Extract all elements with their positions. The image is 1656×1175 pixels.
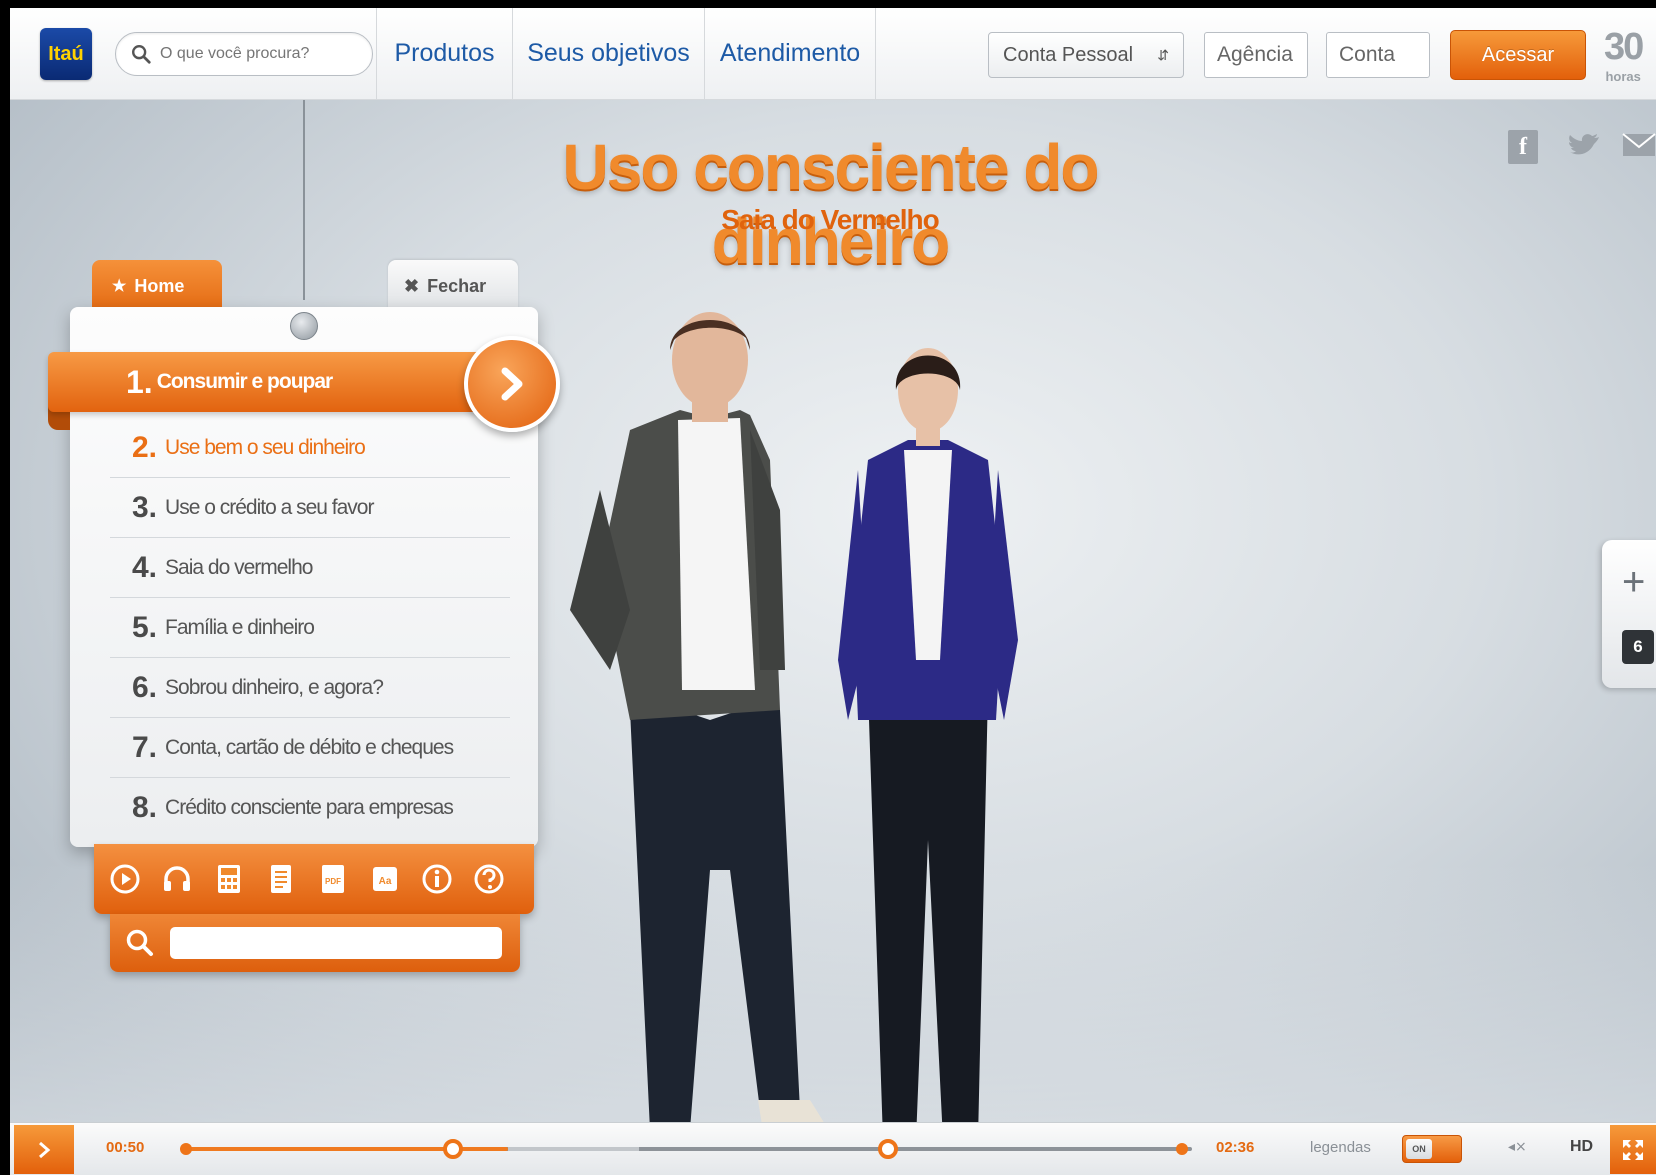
select-arrows-icon: ⇵ xyxy=(1157,46,1169,63)
top-bar: Itaú Produtos Seus objetivos Atendimento… xyxy=(10,8,1656,100)
logo-text: Itaú xyxy=(48,42,84,65)
menu-item-number: 1. xyxy=(126,363,153,400)
play-icon[interactable] xyxy=(108,862,142,896)
site-search-input[interactable] xyxy=(160,45,360,63)
play-button[interactable] xyxy=(14,1125,74,1174)
close-icon: ✖ xyxy=(404,275,420,296)
video-stage: Uso consciente do dinheiro Saia do Verme… xyxy=(10,100,1656,1122)
font-size-icon[interactable]: Aa xyxy=(368,862,402,896)
menu-item[interactable]: 6. Sobrou dinheiro, e agora? xyxy=(110,658,510,718)
plus-icon[interactable]: + xyxy=(1622,562,1645,602)
agency-placeholder: Agência xyxy=(1217,43,1293,66)
menu-item-number: 6. xyxy=(132,670,158,704)
menu-item-number: 8. xyxy=(132,791,158,824)
menu-item-number: 5. xyxy=(132,610,158,644)
seek-start-dot xyxy=(180,1143,192,1155)
site-search[interactable] xyxy=(115,32,373,76)
mute-icon[interactable]: ◂× xyxy=(1508,1139,1527,1155)
calculator-icon[interactable] xyxy=(212,862,246,896)
menu-item[interactable]: 8. Crédito consciente para empresas xyxy=(110,778,510,838)
search-icon xyxy=(126,929,153,956)
account-type-select[interactable]: Conta Pessoal ⇵ xyxy=(988,32,1184,78)
account-type-value: Conta Pessoal xyxy=(1003,43,1134,66)
menu-item-label: Use bem o seu dinheiro xyxy=(165,435,366,459)
captions-toggle-state: ON xyxy=(1406,1139,1432,1159)
video-player-bar: 00:50 02:36 legendas ON ◂× HD xyxy=(10,1122,1656,1175)
menu-item[interactable]: 2. Use bem o seu dinheiro xyxy=(110,418,510,478)
menu-item[interactable]: 4. Saia do vermelho xyxy=(110,538,510,598)
nav-atendimento[interactable]: Atendimento xyxy=(704,8,876,99)
count-badge: 6 xyxy=(1622,630,1654,664)
agency-field[interactable]: Agência xyxy=(1204,32,1308,78)
menu-search xyxy=(110,914,520,972)
menu-item-number: 7. xyxy=(132,730,158,764)
font-size-icon-label: Aa xyxy=(379,876,392,887)
headphones-icon[interactable] xyxy=(160,862,194,896)
menu-item-label: Conta, cartão de débito e cheques xyxy=(165,735,454,759)
30-horas-badge[interactable]: 30 horas xyxy=(1604,26,1644,84)
account-placeholder: Conta xyxy=(1339,43,1396,66)
itau-logo[interactable]: Itaú xyxy=(40,28,92,80)
chevron-right-icon xyxy=(39,1141,51,1158)
chevron-right-icon xyxy=(501,367,523,401)
badge-number: 30 xyxy=(1604,26,1644,68)
pin-icon xyxy=(290,312,318,340)
captions-toggle[interactable]: ON xyxy=(1402,1135,1462,1163)
menu-item-label: Família e dinheiro xyxy=(165,615,315,639)
badge-text: horas xyxy=(1605,69,1641,84)
mail-icon[interactable] xyxy=(1622,130,1656,160)
star-icon: ★ xyxy=(112,278,127,295)
menu-search-input[interactable] xyxy=(170,927,502,959)
menu-item[interactable]: 5. Família e dinheiro xyxy=(110,598,510,658)
help-icon[interactable] xyxy=(472,862,506,896)
nav-produtos[interactable]: Produtos xyxy=(376,8,512,99)
fullscreen-button[interactable] xyxy=(1610,1125,1656,1174)
fullscreen-icon xyxy=(1623,1139,1643,1160)
login-button[interactable]: Acessar xyxy=(1450,30,1586,80)
facebook-letter: f xyxy=(1519,133,1527,160)
pdf-icon[interactable]: PDF xyxy=(316,862,350,896)
menu-item-number: 2. xyxy=(132,430,158,464)
menu-item-active[interactable]: 1. Consumir e poupar xyxy=(48,352,488,412)
info-icon[interactable] xyxy=(420,862,454,896)
menu-item-number: 4. xyxy=(132,550,158,584)
menu-item-label: Consumir e poupar xyxy=(156,370,334,393)
hd-button[interactable]: HD xyxy=(1570,1138,1593,1156)
chapter-list: 2. Use bem o seu dinheiro 3. Use o crédito… xyxy=(110,418,510,838)
menu-item[interactable]: 7. Conta, cartão de débito e cheques xyxy=(110,718,510,778)
chapter-marker[interactable] xyxy=(443,1139,463,1159)
tab-close-label: Fechar xyxy=(427,275,487,296)
document-icon[interactable] xyxy=(264,862,298,896)
search-icon xyxy=(132,45,151,64)
seek-end-dot xyxy=(1176,1143,1188,1155)
menu-item-label: Saia do vermelho xyxy=(165,555,313,579)
tab-home-label: Home xyxy=(134,275,185,296)
total-time: 02:36 xyxy=(1216,1139,1255,1156)
twitter-icon[interactable] xyxy=(1566,130,1602,164)
menu-item[interactable]: 3. Use o crédito a seu favor xyxy=(110,478,510,538)
captions-label: legendas xyxy=(1310,1139,1371,1156)
seek-track[interactable] xyxy=(186,1147,1192,1151)
menu-toolbar: PDF Aa xyxy=(94,844,534,914)
menu-item-number: 3. xyxy=(132,490,158,524)
current-time: 00:50 xyxy=(106,1139,145,1156)
tab-close[interactable]: ✖ Fechar xyxy=(388,260,518,312)
pdf-icon-label: PDF xyxy=(325,877,341,886)
page-subtitle: Saia do Vermelho xyxy=(721,204,939,235)
tab-home[interactable]: ★ Home xyxy=(92,260,222,312)
menu-item-label: Use o crédito a seu favor xyxy=(165,495,374,519)
man-figure xyxy=(570,312,824,1122)
menu-item-label: Crédito consciente para empresas xyxy=(165,796,454,819)
menu-item-label: Sobrou dinheiro, e agora? xyxy=(165,675,384,699)
woman-figure xyxy=(838,348,1018,1122)
hanging-cord xyxy=(303,100,305,300)
nav-seus-objetivos[interactable]: Seus objetivos xyxy=(512,8,704,99)
facebook-icon[interactable]: f xyxy=(1508,130,1538,164)
account-field[interactable]: Conta xyxy=(1326,32,1430,78)
chapter-marker[interactable] xyxy=(878,1139,898,1159)
seek-buffer xyxy=(507,1147,639,1151)
side-panel[interactable]: + 6 xyxy=(1602,540,1656,688)
